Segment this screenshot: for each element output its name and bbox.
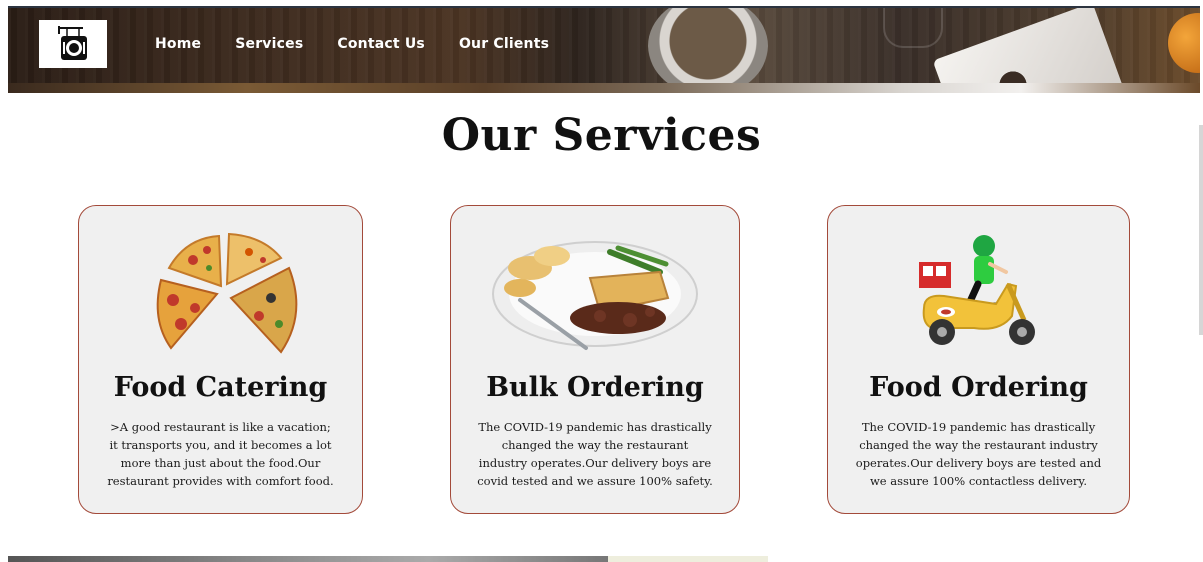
- spice-bowl-decoration: [648, 8, 768, 93]
- restaurant-sign-icon: [58, 26, 87, 60]
- page-title: Our Services: [441, 110, 762, 161]
- service-card-food-catering[interactable]: Food Catering >A good restaurant is like…: [78, 205, 363, 514]
- card-title: Bulk Ordering: [486, 372, 704, 403]
- card-description: The COVID-19 pandemic has drastically ch…: [477, 420, 713, 488]
- next-section-banner: [8, 556, 608, 562]
- nav-home[interactable]: Home: [155, 36, 201, 52]
- site-logo[interactable]: [39, 20, 107, 68]
- main-nav: Home Services Contact Us Our Clients: [155, 36, 583, 52]
- pizza-slices-icon: [156, 232, 297, 354]
- card-title: Food Catering: [113, 372, 328, 403]
- meal-plate-icon: [492, 241, 698, 350]
- card-title: Food Ordering: [869, 372, 1088, 403]
- nav-our-clients[interactable]: Our Clients: [459, 36, 549, 52]
- card-description: >A good restaurant is like a vacation; i…: [107, 420, 334, 488]
- next-section-banner-right: [608, 556, 768, 562]
- scrollbar[interactable]: [1199, 125, 1203, 335]
- site-header: Home Services Contact Us Our Clients: [8, 8, 1200, 93]
- nav-services[interactable]: Services: [235, 36, 303, 52]
- delivery-scooter-icon: [918, 235, 1035, 345]
- service-card-food-ordering[interactable]: Food Ordering The COVID-19 pandemic has …: [827, 205, 1130, 514]
- nav-contact-us[interactable]: Contact Us: [337, 36, 425, 52]
- card-description: The COVID-19 pandemic has drastically ch…: [855, 420, 1102, 488]
- utensil-decoration: [883, 8, 943, 48]
- top-strip: [0, 0, 1203, 10]
- service-card-bulk-ordering[interactable]: Bulk Ordering The COVID-19 pandemic has …: [450, 205, 740, 514]
